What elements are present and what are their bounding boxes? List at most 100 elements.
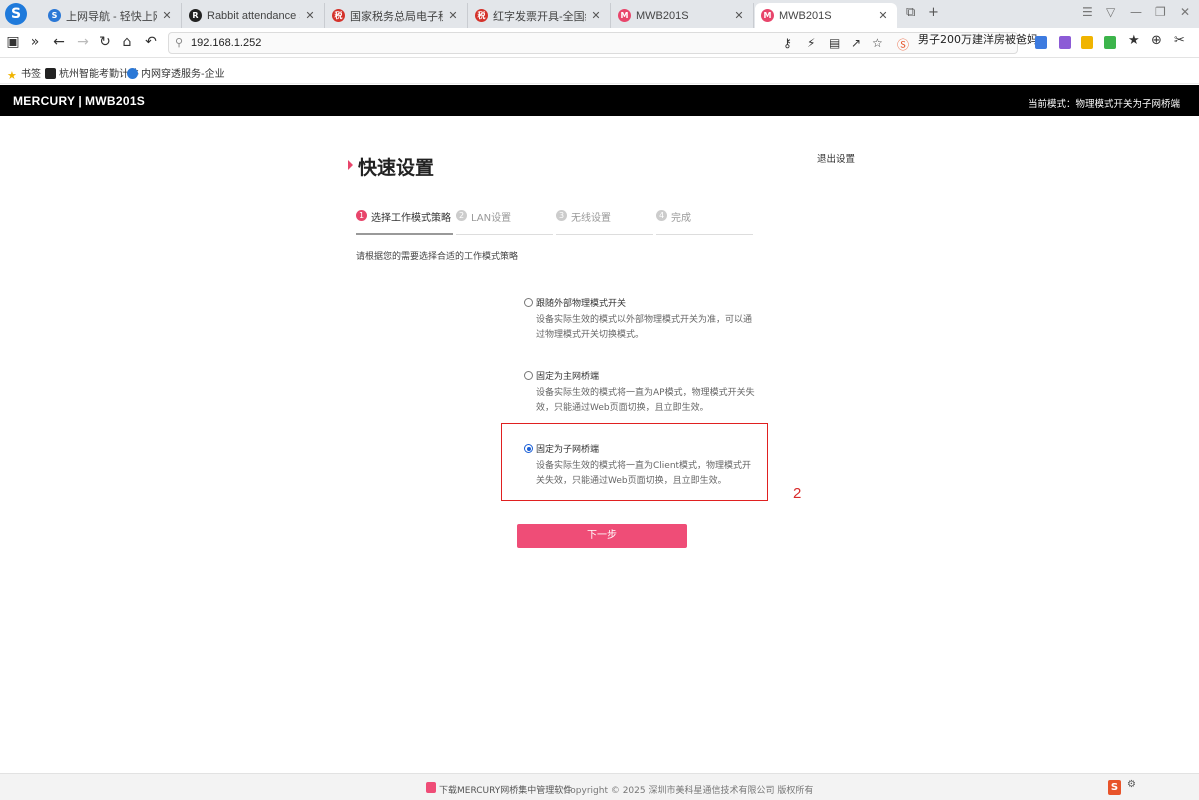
scissors-icon[interactable]: ✂ [1174,33,1185,48]
option-title[interactable]: 固定为主网桥端 [536,369,599,382]
tab-title: 国家税务总局电子税务局 [350,10,443,23]
tab-4[interactable]: 税 红字发票开具-全国统一规范电子税务局 ✕ [469,3,611,28]
close-icon[interactable]: ✕ [733,9,745,22]
bookmark-star-icon[interactable]: ☆ [872,36,883,50]
brand-logo: MERCURY | MWB201S [13,94,146,108]
tab-title: Rabbit attendance software [207,9,300,22]
step-label: LAN设置 [471,213,512,224]
option-fixed-root-bridge[interactable]: 固定为主网桥端 设备实际生效的模式将一直为AP模式，物理模式开关失效，只能通过W… [524,369,759,419]
download-icon [426,782,436,793]
minimize-icon[interactable]: — [1130,5,1142,19]
tab-title: MWB201S [779,9,832,22]
step-2: 2 LAN设置 [456,208,553,235]
tab-6-active[interactable]: M MWB201S ✕ [755,3,897,28]
brand-name: MERCURY [13,94,76,108]
undo-close-icon[interactable]: ↶ [142,34,160,50]
globe-icon [127,68,138,79]
next-button[interactable]: 下一步 [517,524,687,548]
share-icon[interactable]: ↗ [851,36,861,50]
tab-title: MWB201S [636,9,689,22]
annotation-number: 2 [793,485,802,502]
reader-icon[interactable]: ▤ [829,36,840,50]
window-close-icon[interactable]: ✕ [1180,5,1190,19]
tax-emblem-icon: 税 [332,9,345,22]
tab-5[interactable]: M MWB201S ✕ [612,3,754,28]
address-toolbar: ▣ » ← → ↻ ⌂ ↶ ⚲ 192.168.1.252 ⚷ ⚡ ▤ ↗ ☆ … [0,28,1199,58]
search-icon: ⚲ [175,36,184,49]
tray-settings-icon[interactable]: ⚙ [1127,779,1136,790]
download-icon[interactable]: ⊕ [1151,33,1162,48]
expand-icon[interactable]: » [26,34,44,50]
step-number: 1 [356,210,367,221]
step-3: 3 无线设置 [556,208,653,235]
tab-1[interactable]: S 上网导航 - 轻快上网 从这里开始 ✕ [42,3,182,28]
back-icon[interactable]: ← [50,34,68,50]
radio-button[interactable] [524,371,533,380]
extension-icon[interactable] [1059,36,1071,49]
close-icon[interactable]: ✕ [161,9,173,22]
step-4: 4 完成 [656,208,753,235]
address-bar[interactable]: ⚲ 192.168.1.252 ⚷ ⚡ ▤ ↗ ☆ Ⓢ [168,32,1018,54]
wizard-steps: 1 选择工作模式策略 2 LAN设置 3 无线设置 4 完成 [356,208,753,236]
radio-button[interactable] [524,298,533,307]
download-software-link[interactable]: 下载MERCURY网桥集中管理软件 [439,783,572,796]
home-icon[interactable]: ⌂ [118,34,136,50]
url-text[interactable]: 192.168.1.252 [191,37,261,49]
browser-tab-strip: S S 上网导航 - 轻快上网 从这里开始 ✕ R Rabbit attenda… [0,0,1199,28]
new-tab-icon[interactable]: + [928,5,939,20]
tab-title: 上网导航 - 轻快上网 从这里开始 [66,10,157,23]
bookmark-item[interactable]: 杭州智能考勤计件 [45,65,139,80]
tax-emblem-icon: 税 [475,9,488,22]
notes-icon[interactable] [1081,36,1093,49]
s-circle-icon: S [48,9,61,22]
bookmark-item[interactable]: 内网穿透服务-企业 [127,65,225,80]
step-label: 无线设置 [571,213,611,224]
model-name: MWB201S [85,94,146,108]
step-1: 1 选择工作模式策略 [356,208,453,235]
bookmarks-bar: ★ 书签 杭州智能考勤计件 内网穿透服务-企业 [0,59,1199,84]
page-title: 快速设置 [358,157,435,179]
annotation-highlight-box [501,423,768,501]
search-engine-icon[interactable]: Ⓢ [897,36,909,53]
mercury-m-icon: M [761,9,774,22]
step-label: 选择工作模式策略 [371,213,451,224]
step-number: 2 [456,210,467,221]
instruction-text: 请根据您的需要选择合适的工作模式策略 [356,252,519,262]
restore-icon[interactable]: ❐ [1155,5,1166,19]
skin-icon[interactable]: ▽ [1106,5,1115,19]
step-number: 3 [556,210,567,221]
mercury-m-icon: M [618,9,631,22]
puzzle-icon[interactable] [1104,36,1116,49]
input-method-icon[interactable]: S [1108,780,1121,795]
tab-3[interactable]: 税 国家税务总局电子税务局 ✕ [326,3,468,28]
translate-icon[interactable] [1035,36,1047,49]
hot-search-text[interactable]: 男子200万建洋房被爸妈 [918,31,1038,47]
browser-logo-icon[interactable]: S [5,3,27,25]
tab-list-icon[interactable]: ⧉ [906,5,915,20]
bookmark-item[interactable]: ★ 书签 [7,65,41,81]
option-follow-switch[interactable]: 跟随外部物理模式开关 设备实际生效的模式以外部物理模式开关为准，可以通过物理模式… [524,296,759,346]
exit-setup-link[interactable]: 退出设置 [817,151,855,165]
star-icon: ★ [7,69,17,82]
reload-icon[interactable]: ↻ [96,34,114,50]
step-label: 完成 [671,213,691,224]
lightning-icon[interactable]: ⚡ [807,36,815,50]
sidebar-toggle-icon[interactable]: ▣ [4,34,22,50]
tab-2[interactable]: R Rabbit attendance software ✕ [183,3,325,28]
close-icon[interactable]: ✕ [304,9,316,22]
favorites-icon[interactable]: ★ [1128,33,1140,48]
copyright-text: Copyright © 2025 深圳市美科星通信技术有限公司 版权所有 [564,786,814,796]
current-mode-text: 当前模式：物理模式开关为子网桥端 [1027,99,1180,110]
title-arrow-icon [348,160,353,170]
step-number: 4 [656,210,667,221]
close-icon[interactable]: ✕ [447,9,459,22]
option-title[interactable]: 跟随外部物理模式开关 [536,296,626,309]
tab-title: 红字发票开具-全国统一规范电子税务局 [493,10,586,23]
menu-icon[interactable]: ☰ [1082,5,1093,19]
close-icon[interactable]: ✕ [877,9,889,22]
key-icon[interactable]: ⚷ [783,36,792,50]
rabbit-icon: R [189,9,202,22]
close-icon[interactable]: ✕ [590,9,602,22]
bookmark-label: 内网穿透服务-企业 [141,69,225,80]
forward-icon[interactable]: → [74,34,92,50]
